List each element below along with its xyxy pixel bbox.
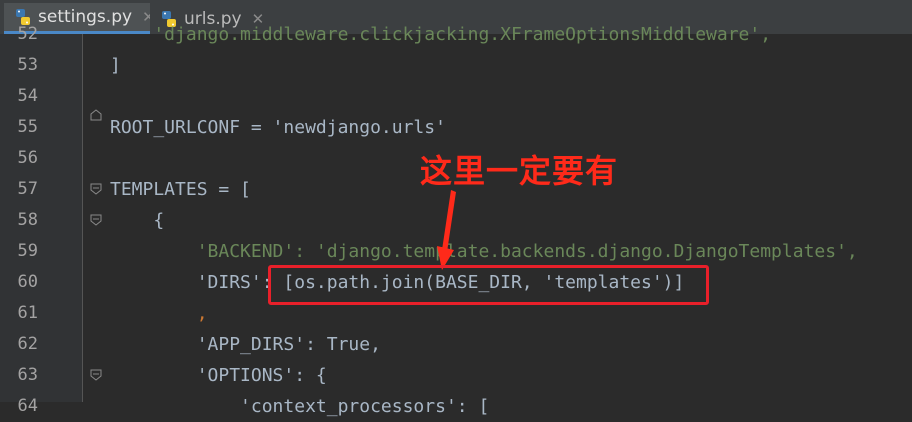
fold-marker-icon[interactable] xyxy=(89,368,103,382)
code-text: 'context_processors': [ xyxy=(110,396,490,417)
line-number: 53 xyxy=(17,55,38,75)
line-number: 60 xyxy=(17,272,38,292)
line-number: 58 xyxy=(17,210,38,230)
line-number: 64 xyxy=(17,396,38,416)
code-line: 55 ROOT_URLCONF = 'newdjango.urls' xyxy=(0,112,912,143)
line-number: 54 xyxy=(17,86,38,106)
code-line: 53 ] xyxy=(0,50,912,121)
code-text: ] xyxy=(110,55,121,76)
annotation-label: 这里一定要有 xyxy=(420,152,619,190)
line-number: 63 xyxy=(17,365,38,385)
line-number: 59 xyxy=(17,241,38,261)
code-text: , xyxy=(110,303,208,324)
line-number: 56 xyxy=(17,148,38,168)
line-number: 62 xyxy=(17,334,38,354)
code-text: { xyxy=(110,210,165,231)
code-text: 'OPTIONS': { xyxy=(110,365,327,386)
fold-marker-icon[interactable] xyxy=(89,213,103,227)
code-line: 52 'django.middleware.clickjacking.XFram… xyxy=(0,19,912,50)
code-token: 'django.middleware.clickjacking.XFrameOp… xyxy=(110,24,772,45)
code-text: ROOT_URLCONF = 'newdjango.urls' xyxy=(110,117,446,138)
code-text: 'BACKEND': 'django.template.backends.dja… xyxy=(110,241,858,262)
code-line: 63 'OPTIONS': { xyxy=(0,360,912,391)
line-number: 55 xyxy=(17,117,38,137)
code-line: 64 'context_processors': [ xyxy=(0,391,912,422)
code-line: 54 xyxy=(0,81,912,112)
highlight-box xyxy=(268,265,709,305)
code-text: 'django.middleware.clickjacking.XFrameOp… xyxy=(110,19,771,50)
code-text: 'APP_DIRS': True, xyxy=(110,334,381,355)
line-number: 57 xyxy=(17,179,38,199)
line-number: 61 xyxy=(17,303,38,323)
annotation-arrow-icon xyxy=(437,190,456,270)
code-line: 62 'APP_DIRS': True, xyxy=(0,329,912,360)
line-number: 52 xyxy=(17,24,38,44)
fold-marker-icon[interactable] xyxy=(89,182,103,196)
code-text: TEMPLATES = [ xyxy=(110,179,251,200)
